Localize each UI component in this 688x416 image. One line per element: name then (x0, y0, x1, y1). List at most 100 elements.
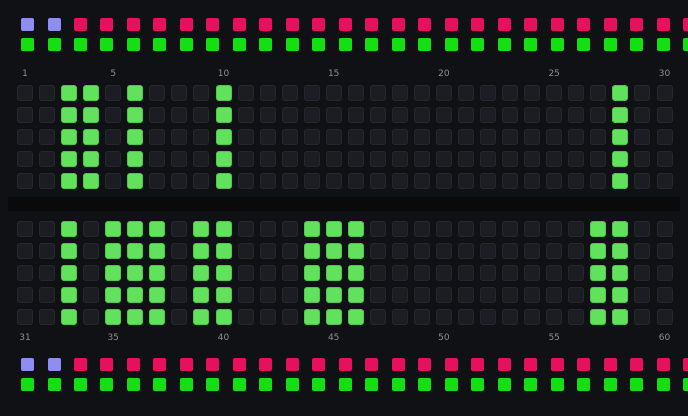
bottom-bank-cell[interactable] (480, 221, 497, 237)
top-bank-cell[interactable] (435, 173, 452, 189)
bottom-bank-cell[interactable] (524, 221, 541, 237)
bottom-bank-cell[interactable] (193, 287, 210, 303)
bottom-bank-cell[interactable] (149, 287, 166, 303)
bottom-bank-cell[interactable] (656, 243, 673, 259)
top-bank-cell[interactable] (369, 173, 386, 189)
top-bank-cell[interactable] (61, 173, 78, 189)
bottom-bank-cell[interactable] (17, 309, 33, 325)
bottom-bank-cell[interactable] (568, 221, 585, 237)
bottom-bank-cell[interactable] (458, 265, 474, 281)
bottom-bank-cell[interactable] (612, 309, 629, 325)
top-bank-cell[interactable] (413, 173, 430, 189)
bottom-bank-cell[interactable] (259, 243, 276, 259)
top-bank-cell[interactable] (546, 107, 563, 123)
bottom-bank-cell[interactable] (237, 243, 254, 259)
bottom-bank-cell[interactable] (171, 309, 188, 325)
top-bank-cell[interactable] (435, 151, 452, 167)
top-bank-cell[interactable] (568, 173, 585, 189)
bottom-bank-cell[interactable] (259, 221, 276, 237)
bottom-bank-cell[interactable] (303, 243, 320, 259)
top-bank-cell[interactable] (568, 107, 585, 123)
bottom-bank-cell[interactable] (61, 309, 78, 325)
top-bank-cell[interactable] (171, 85, 188, 101)
bottom-bank-cell[interactable] (127, 221, 144, 237)
top-bank-cell[interactable] (61, 85, 78, 101)
top-bank-cell[interactable] (612, 85, 629, 101)
top-bank-cell[interactable] (39, 151, 55, 167)
top-bank-cell[interactable] (83, 173, 100, 189)
bottom-bank-cell[interactable] (193, 309, 210, 325)
bottom-bank-cell[interactable] (369, 221, 386, 237)
top-bank-cell[interactable] (391, 129, 408, 145)
top-bank-cell[interactable] (524, 85, 541, 101)
top-bank-cell[interactable] (83, 129, 100, 145)
top-bank-cell[interactable] (259, 129, 276, 145)
top-bank-cell[interactable] (435, 85, 452, 101)
top-bank-cell[interactable] (546, 129, 563, 145)
bottom-bank-cell[interactable] (656, 265, 673, 281)
bottom-bank-cell[interactable] (237, 221, 254, 237)
bottom-bank-cell[interactable] (303, 265, 320, 281)
top-bank-cell[interactable] (546, 151, 563, 167)
top-bank-cell[interactable] (612, 173, 629, 189)
bottom-bank-cell[interactable] (325, 221, 342, 237)
top-bank-cell[interactable] (259, 85, 276, 101)
top-bank-cell[interactable] (634, 151, 651, 167)
bottom-bank-cell[interactable] (171, 221, 188, 237)
bottom-bank-cell[interactable] (347, 221, 364, 237)
top-bank-cell[interactable] (105, 107, 122, 123)
top-bank-cell[interactable] (193, 129, 210, 145)
top-bank-cell[interactable] (656, 173, 673, 189)
top-bank-cell[interactable] (193, 151, 210, 167)
top-bank-cell[interactable] (634, 129, 651, 145)
bottom-bank-cell[interactable] (369, 287, 386, 303)
bottom-bank-cell[interactable] (325, 265, 342, 281)
top-bank-cell[interactable] (369, 151, 386, 167)
top-bank-cell[interactable] (83, 85, 100, 101)
bottom-bank-cell[interactable] (39, 221, 55, 237)
bottom-bank-cell[interactable] (502, 221, 519, 237)
bottom-bank-cell[interactable] (524, 243, 541, 259)
bottom-bank-cell[interactable] (656, 309, 673, 325)
bottom-bank-cell[interactable] (568, 243, 585, 259)
bottom-bank-cell[interactable] (391, 309, 408, 325)
bottom-bank-cell[interactable] (17, 287, 33, 303)
bottom-bank-cell[interactable] (149, 243, 166, 259)
top-bank-cell[interactable] (281, 85, 298, 101)
bottom-bank-cell[interactable] (435, 309, 452, 325)
top-bank-cell[interactable] (458, 129, 474, 145)
bottom-bank-cell[interactable] (149, 309, 166, 325)
top-bank-cell[interactable] (105, 85, 122, 101)
bottom-bank-cell[interactable] (193, 221, 210, 237)
top-bank-cell[interactable] (215, 129, 232, 145)
bottom-bank-cell[interactable] (634, 221, 651, 237)
top-bank-cell[interactable] (171, 129, 188, 145)
top-bank-cell[interactable] (524, 129, 541, 145)
bottom-bank-cell[interactable] (590, 243, 607, 259)
top-bank-cell[interactable] (281, 129, 298, 145)
top-bank-cell[interactable] (17, 173, 33, 189)
top-bank-cell[interactable] (480, 173, 497, 189)
top-bank-cell[interactable] (347, 129, 364, 145)
bottom-bank-cell[interactable] (502, 243, 519, 259)
top-bank-cell[interactable] (413, 129, 430, 145)
bottom-bank-cell[interactable] (215, 243, 232, 259)
top-bank-cell[interactable] (502, 129, 519, 145)
top-bank-cell[interactable] (39, 173, 55, 189)
bottom-bank-cell[interactable] (546, 265, 563, 281)
bottom-bank-cell[interactable] (480, 309, 497, 325)
top-bank-cell[interactable] (568, 129, 585, 145)
bottom-bank-cell[interactable] (215, 309, 232, 325)
top-bank-cell[interactable] (193, 85, 210, 101)
bottom-bank-cell[interactable] (83, 221, 100, 237)
top-bank-cell[interactable] (325, 107, 342, 123)
top-bank-cell[interactable] (590, 173, 607, 189)
bottom-bank-cell[interactable] (612, 243, 629, 259)
top-bank-cell[interactable] (391, 151, 408, 167)
bottom-bank-cell[interactable] (656, 287, 673, 303)
top-bank-cell[interactable] (524, 107, 541, 123)
top-bank-cell[interactable] (435, 107, 452, 123)
top-bank-cell[interactable] (303, 173, 320, 189)
top-bank-cell[interactable] (237, 85, 254, 101)
bottom-bank-cell[interactable] (237, 265, 254, 281)
